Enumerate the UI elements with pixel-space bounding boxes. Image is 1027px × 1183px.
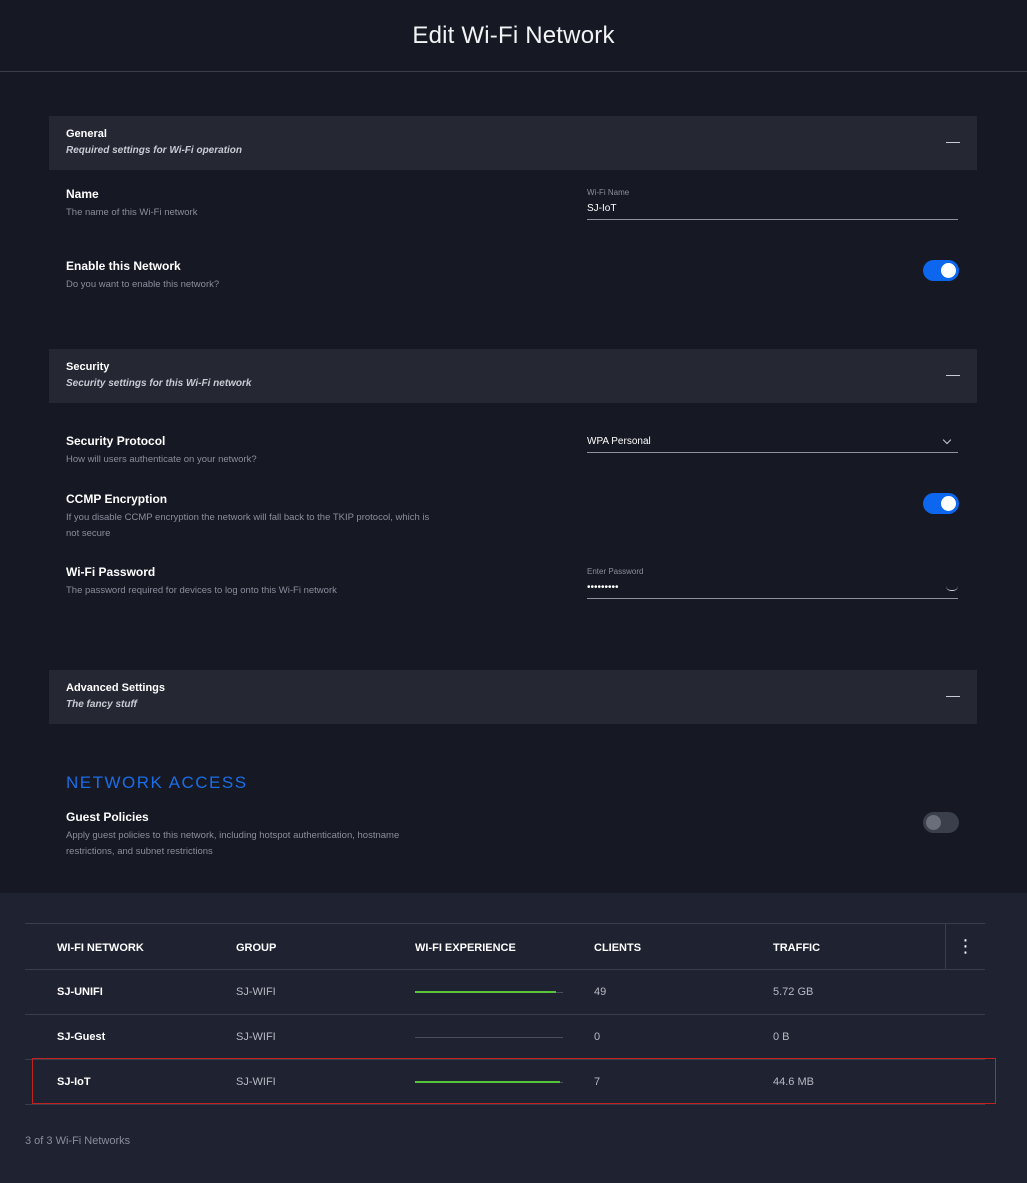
setting-label: Guest Policies: [66, 810, 149, 824]
table-header: WI-FI NETWORK GROUP WI-FI EXPERIENCE CLI…: [25, 923, 985, 970]
enable-network-toggle[interactable]: [923, 260, 959, 281]
table-row[interactable]: SJ-IoT SJ-WIFI 7 44.6 MB: [25, 1060, 985, 1105]
network-clients: 49: [594, 986, 607, 998]
column-header-network[interactable]: WI-FI NETWORK: [57, 942, 144, 954]
setting-description: Apply guest policies to this network, in…: [66, 830, 400, 857]
network-count: 3 of 3 Wi-Fi Networks: [25, 1135, 131, 1147]
wifi-networks-table: WI-FI NETWORK GROUP WI-FI EXPERIENCE CLI…: [25, 923, 985, 1105]
setting-label: Enable this Network: [66, 259, 181, 273]
enable-network-setting: Enable this Network Do you want to enabl…: [66, 259, 441, 293]
password-input[interactable]: •••••••••: [587, 582, 958, 598]
table-body: SJ-UNIFI SJ-WIFI 49 5.72 GB SJ-Guest SJ-…: [25, 970, 985, 1105]
network-group: SJ-WIFI: [236, 986, 276, 998]
table-row[interactable]: SJ-Guest SJ-WIFI 0 0 B: [25, 1015, 985, 1060]
wifi-name-field[interactable]: Wi-Fi Name SJ-IoT: [587, 188, 958, 220]
experience-bar: [415, 991, 563, 993]
section-security-header[interactable]: Security Security settings for this Wi-F…: [49, 349, 977, 403]
ccmp-encryption-setting: CCMP Encryption If you disable CCMP encr…: [66, 492, 441, 542]
setting-description: If you disable CCMP encryption the netwo…: [66, 512, 430, 539]
wifi-name-input[interactable]: SJ-IoT: [587, 203, 958, 219]
wifi-password-field[interactable]: Enter Password •••••••••: [587, 567, 958, 599]
network-group: SJ-WIFI: [236, 1076, 276, 1088]
more-vertical-icon[interactable]: ⋮: [945, 924, 985, 969]
network-clients: 7: [594, 1076, 601, 1088]
network-clients: 0: [594, 1031, 601, 1043]
experience-bar: [415, 1037, 563, 1038]
setting-label: Wi-Fi Password: [66, 565, 156, 579]
section-advanced-header[interactable]: Advanced Settings The fancy stuff: [49, 670, 977, 724]
wifi-networks-panel: WI-FI NETWORK GROUP WI-FI EXPERIENCE CLI…: [0, 893, 1027, 1183]
section-title: Security: [66, 361, 110, 373]
network-traffic: 0 B: [773, 1031, 790, 1043]
section-subtitle: The fancy stuff: [66, 699, 137, 710]
toggle-knob: [926, 815, 941, 830]
network-name: SJ-UNIFI: [57, 986, 103, 998]
column-header-experience[interactable]: WI-FI EXPERIENCE: [415, 942, 516, 954]
network-name: SJ-IoT: [57, 1076, 91, 1088]
network-access-heading: NETWORK ACCESS: [66, 773, 248, 792]
experience-bar: [415, 1081, 563, 1083]
setting-label: Name: [66, 187, 99, 201]
network-group: SJ-WIFI: [236, 1031, 276, 1043]
security-protocol-setting: Security Protocol How will users authent…: [66, 434, 441, 468]
network-name: SJ-Guest: [57, 1031, 106, 1043]
section-general-header[interactable]: General Required settings for Wi-Fi oper…: [49, 116, 977, 170]
collapse-icon[interactable]: [946, 375, 960, 376]
network-traffic: 44.6 MB: [773, 1076, 814, 1088]
toggle-knob: [941, 263, 956, 278]
security-protocol-select[interactable]: WPA Personal: [587, 435, 958, 453]
selected-value: WPA Personal: [587, 436, 651, 447]
guest-policies-setting: Guest Policies Apply guest policies to t…: [66, 810, 441, 860]
column-header-clients[interactable]: CLIENTS: [594, 942, 641, 954]
guest-policies-toggle[interactable]: [923, 812, 959, 833]
page-title: Edit Wi-Fi Network: [412, 21, 615, 49]
setting-description: How will users authenticate on your netw…: [66, 454, 257, 465]
title-bar: Edit Wi-Fi Network: [0, 0, 1027, 72]
field-label: Wi-Fi Name: [587, 188, 630, 197]
toggle-knob: [941, 496, 956, 511]
setting-description: Do you want to enable this network?: [66, 279, 220, 290]
collapse-icon[interactable]: [946, 142, 960, 143]
experience-fill: [415, 991, 556, 993]
setting-description: The password required for devices to log…: [66, 585, 337, 596]
section-title: General: [66, 128, 107, 140]
setting-label: Security Protocol: [66, 434, 166, 448]
field-label: Enter Password: [587, 567, 644, 576]
name-setting: Name The name of this Wi-Fi network: [66, 187, 441, 221]
setting-label: CCMP Encryption: [66, 492, 168, 506]
section-subtitle: Security settings for this Wi-Fi network: [66, 378, 252, 389]
collapse-icon[interactable]: [946, 696, 960, 697]
section-subtitle: Required settings for Wi-Fi operation: [66, 145, 243, 156]
ccmp-encryption-toggle[interactable]: [923, 493, 959, 514]
column-header-group[interactable]: GROUP: [236, 942, 276, 954]
table-row[interactable]: SJ-UNIFI SJ-WIFI 49 5.72 GB: [25, 970, 985, 1015]
wifi-password-setting: Wi-Fi Password The password required for…: [66, 565, 441, 599]
network-traffic: 5.72 GB: [773, 986, 814, 998]
setting-description: The name of this Wi-Fi network: [66, 207, 198, 218]
experience-fill: [415, 1081, 561, 1083]
section-title: Advanced Settings: [66, 682, 166, 694]
column-header-traffic[interactable]: TRAFFIC: [773, 942, 820, 954]
